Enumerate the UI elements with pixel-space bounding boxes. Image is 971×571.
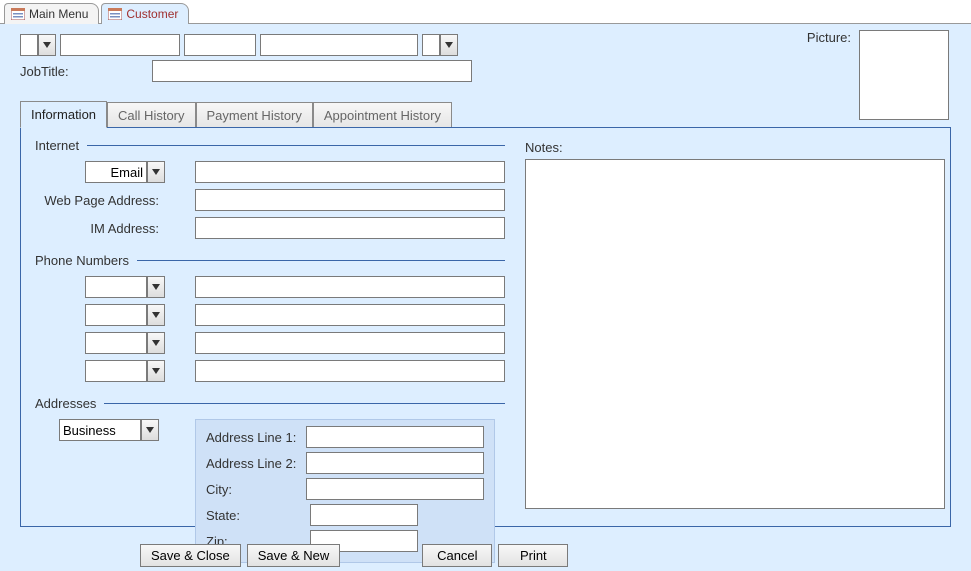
address-line2-label: Address Line 2: [206, 456, 306, 471]
tab-main-menu[interactable]: Main Menu [4, 3, 99, 24]
phone-number-input[interactable] [195, 304, 505, 326]
document-tabs: Main Menu Customer [0, 0, 971, 24]
form-icon [108, 8, 122, 20]
phone-group: Phone Numbers [35, 253, 505, 382]
title-combo[interactable] [20, 34, 56, 56]
phone-type-input[interactable] [85, 332, 147, 354]
last-name-input[interactable] [260, 34, 418, 56]
email-input[interactable] [195, 161, 505, 183]
print-button[interactable]: Print [498, 544, 568, 567]
address-line2-input[interactable] [306, 452, 484, 474]
chevron-down-icon [152, 340, 160, 346]
address-line1-input[interactable] [306, 426, 484, 448]
internet-group: Internet [35, 138, 505, 239]
information-panel: Internet [20, 127, 951, 527]
im-label: IM Address: [35, 221, 165, 236]
job-title-label: JobTitle: [20, 64, 148, 79]
notes-label: Notes: [525, 140, 563, 155]
phone-type-combo[interactable] [85, 360, 165, 382]
suffix-input[interactable] [422, 34, 440, 56]
dropdown-button[interactable] [38, 34, 56, 56]
chevron-down-icon [152, 312, 160, 318]
dropdown-button[interactable] [147, 304, 165, 326]
tab-information[interactable]: Information [20, 101, 107, 128]
address-type-combo[interactable] [59, 419, 159, 441]
tab-label: Customer [126, 7, 178, 21]
tab-appointment-history[interactable]: Appointment History [313, 102, 452, 128]
save-close-button[interactable]: Save & Close [140, 544, 241, 567]
tab-label: Main Menu [29, 7, 88, 21]
tab-call-history[interactable]: Call History [107, 102, 195, 128]
addresses-group: Addresses Address Line 1: [35, 396, 505, 563]
title-input[interactable] [20, 34, 38, 56]
chevron-down-icon [152, 284, 160, 290]
address-type-input[interactable] [59, 419, 141, 441]
phone-number-input[interactable] [195, 360, 505, 382]
picture-label: Picture: [807, 30, 851, 45]
form-icon [11, 8, 25, 20]
dropdown-button[interactable] [147, 161, 165, 183]
phone-type-input[interactable] [85, 304, 147, 326]
customer-form: JobTitle: Picture: Information Call Hist… [0, 24, 971, 571]
tab-payment-history[interactable]: Payment History [196, 102, 313, 128]
group-title: Addresses [35, 396, 96, 411]
chevron-down-icon [445, 42, 453, 48]
state-input[interactable] [310, 504, 418, 526]
chevron-down-icon [152, 169, 160, 175]
dropdown-button[interactable] [147, 332, 165, 354]
job-title-input[interactable] [152, 60, 472, 82]
save-new-button[interactable]: Save & New [247, 544, 341, 567]
phone-type-combo[interactable] [85, 276, 165, 298]
notes-textarea[interactable] [525, 159, 945, 509]
dropdown-button[interactable] [440, 34, 458, 56]
city-label: City: [206, 482, 306, 497]
city-input[interactable] [306, 478, 484, 500]
phone-type-combo[interactable] [85, 304, 165, 326]
address-line1-label: Address Line 1: [206, 430, 306, 445]
web-page-input[interactable] [195, 189, 505, 211]
form-buttons: Save & Close Save & New Cancel Print [140, 544, 568, 567]
divider [137, 260, 505, 261]
cancel-button[interactable]: Cancel [422, 544, 492, 567]
dropdown-button[interactable] [141, 419, 159, 441]
tab-customer[interactable]: Customer [101, 3, 189, 24]
divider [104, 403, 505, 404]
state-label: State: [206, 508, 310, 523]
first-name-input[interactable] [60, 34, 180, 56]
divider [87, 145, 505, 146]
suffix-combo[interactable] [422, 34, 458, 56]
chevron-down-icon [146, 427, 154, 433]
group-title: Phone Numbers [35, 253, 129, 268]
dropdown-button[interactable] [147, 360, 165, 382]
phone-type-input[interactable] [85, 360, 147, 382]
picture-box[interactable] [859, 30, 949, 120]
email-type-input[interactable] [85, 161, 147, 183]
web-page-label: Web Page Address: [35, 193, 165, 208]
chevron-down-icon [43, 42, 51, 48]
phone-number-input[interactable] [195, 332, 505, 354]
im-input[interactable] [195, 217, 505, 239]
phone-type-input[interactable] [85, 276, 147, 298]
address-subpanel: Address Line 1: Address Line 2: City: [195, 419, 495, 563]
middle-name-input[interactable] [184, 34, 256, 56]
dropdown-button[interactable] [147, 276, 165, 298]
group-title: Internet [35, 138, 79, 153]
phone-number-input[interactable] [195, 276, 505, 298]
chevron-down-icon [152, 368, 160, 374]
email-type-combo[interactable] [85, 161, 165, 183]
phone-type-combo[interactable] [85, 332, 165, 354]
